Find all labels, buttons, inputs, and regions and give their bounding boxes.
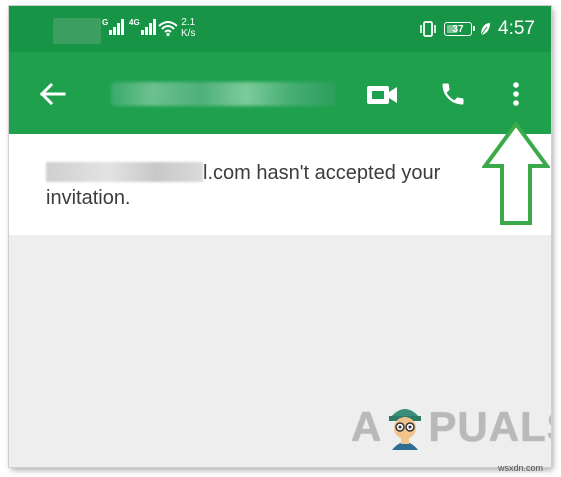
- status-right: 37 4:57: [419, 18, 535, 40]
- phone-icon: [442, 83, 464, 105]
- screenshot-frame: G 4G 2.1 K/s 37 4:57 l.com hasn't accept…: [9, 6, 551, 467]
- more-vertical-icon: [513, 82, 519, 106]
- battery-level: 37: [452, 23, 464, 35]
- network-speed-value: 2.1: [181, 17, 196, 28]
- more-options-button[interactable]: [501, 76, 531, 112]
- mascot-icon: [389, 409, 422, 450]
- sim1-label: G: [102, 18, 109, 27]
- network-speed-unit: K/s: [181, 28, 196, 39]
- carrier-blur: [53, 18, 101, 44]
- clock: 4:57: [498, 18, 535, 39]
- annotation-arrow-icon: [482, 121, 550, 225]
- vibrate-icon: [420, 21, 436, 37]
- voice-call-button[interactable]: [433, 76, 473, 112]
- back-button[interactable]: [31, 76, 73, 112]
- status-bar: G 4G 2.1 K/s 37 4:57: [9, 6, 551, 52]
- battery-icon: 37: [444, 22, 476, 36]
- logo-text-right: PUALS: [428, 403, 551, 450]
- signal-bars-icon: [109, 19, 125, 35]
- sim1-signal: G: [102, 18, 125, 35]
- leaf-icon: [480, 23, 491, 36]
- sim2-signal: 4G: [129, 19, 156, 35]
- site-watermark: wsxdn.com: [498, 463, 544, 473]
- appuals-logo: A PUALS: [351, 402, 551, 452]
- invitation-card: l.com hasn't accepted your invitation.: [9, 134, 551, 235]
- sim2-label: 4G: [129, 18, 140, 27]
- contact-name-blur: [111, 82, 336, 106]
- network-speed: 2.1 K/s: [181, 17, 195, 39]
- video-call-button[interactable]: [361, 78, 403, 112]
- email-blur: [46, 162, 203, 182]
- signal-bars-icon: [140, 19, 156, 35]
- invitation-message: l.com hasn't accepted your invitation.: [46, 161, 516, 211]
- app-toolbar: [9, 52, 551, 134]
- video-camera-icon: [367, 86, 397, 104]
- logo-text-left: A: [351, 403, 383, 450]
- arrow-left-icon: [39, 82, 66, 106]
- wifi-icon: [158, 21, 178, 36]
